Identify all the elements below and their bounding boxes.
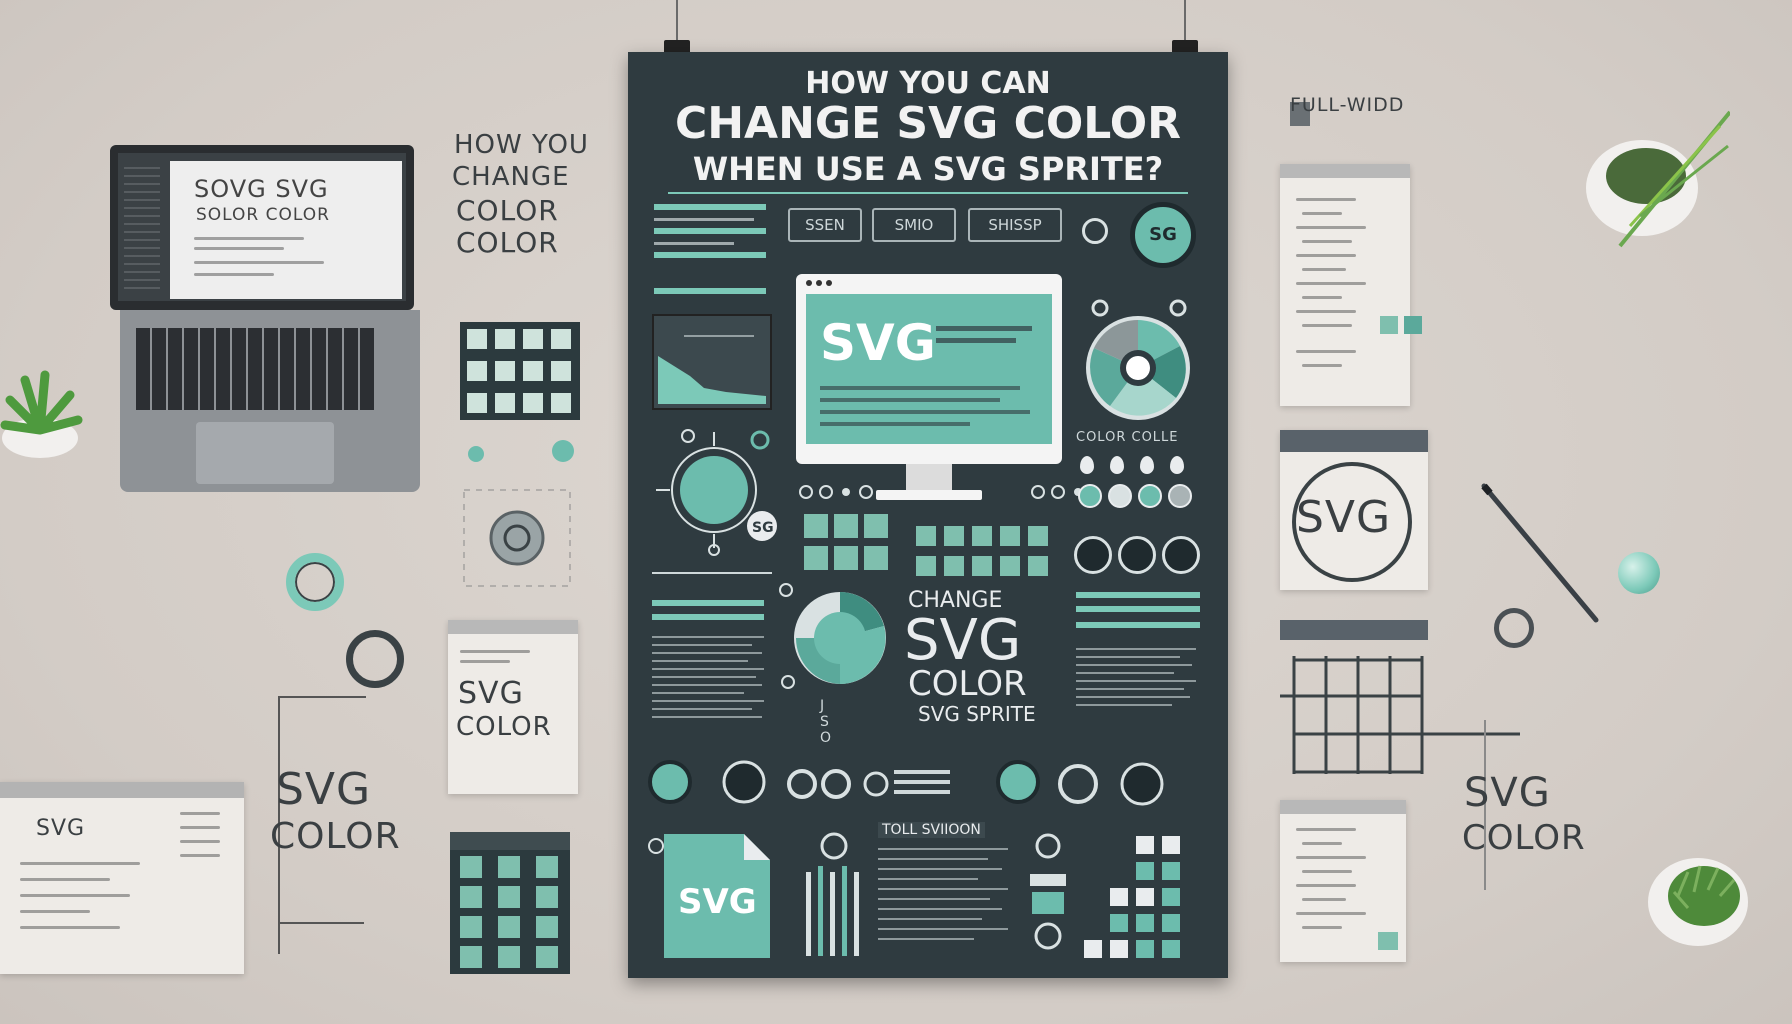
laptop-trackpad <box>196 422 334 484</box>
color-wheel <box>1080 298 1198 426</box>
compass-icon: SG <box>648 422 788 562</box>
right-document-3 <box>1280 800 1406 962</box>
drop-icon-1 <box>1080 456 1094 474</box>
window-text: SVG <box>36 816 86 841</box>
scene: SOVG SVG SOLOR COLOR HOW YOU CHANGE COLO… <box>0 0 1792 1024</box>
lock-icons <box>1024 832 1074 962</box>
card-line1: SVG <box>458 676 524 711</box>
drop-icon-2 <box>1110 456 1124 474</box>
right-document-2: SVG <box>1280 430 1428 590</box>
laptop-title-line2: SOLOR COLOR <box>196 205 330 225</box>
svg-text:SG: SG <box>752 520 774 536</box>
swatch-dot-2 <box>1108 484 1132 508</box>
swatch-dot-3 <box>1138 484 1162 508</box>
poster-title-line3: WHEN USE A SVG SPRITE? <box>692 150 1164 188</box>
list-block: TOLL SVIIOON <box>878 822 1014 962</box>
svg-color-card: SVG COLOR <box>448 620 578 794</box>
swatch-dot-1 <box>1078 484 1102 508</box>
ring-icon-small <box>1082 218 1108 244</box>
monitor-text: SVG <box>820 314 936 372</box>
ring-icon-b <box>1118 536 1156 574</box>
laptop-title-line1: SOVG SVG <box>194 175 329 203</box>
list-header: TOLL SVIIOON <box>878 822 985 838</box>
right-header-label: FULL-WIDD <box>1290 94 1405 116</box>
right-document-1 <box>1280 164 1422 406</box>
color-grid-2 <box>450 832 570 974</box>
right-big-line1: SVG <box>1464 770 1551 816</box>
left-big-line1: SVG <box>276 764 372 815</box>
teal-ring <box>286 553 344 611</box>
drop-icon-3 <box>1140 456 1154 474</box>
left-small-text: J S O <box>820 698 832 746</box>
laptop-base <box>120 310 420 492</box>
small-icon-row <box>798 482 888 502</box>
laptop-screen: SOVG SVG SOLOR COLOR <box>110 145 414 310</box>
svg-file-label: SVG <box>678 882 757 922</box>
side-text-line3: COLOR <box>456 194 559 227</box>
poster-title-line1: HOW YOU CAN <box>805 66 1051 101</box>
teal-marble <box>1618 552 1660 594</box>
left-big-line2: COLOR <box>270 816 401 857</box>
color-circle-caption: COLOR COLLE <box>1076 430 1179 445</box>
right-circle-label: SVG <box>1296 492 1392 543</box>
teal-dot-1 <box>468 446 484 462</box>
ring-icon-a <box>1074 536 1112 574</box>
drop-icon-4 <box>1170 456 1184 474</box>
right-big-line2: COLOR <box>1462 818 1586 858</box>
teal-grid-left <box>804 514 894 578</box>
side-text-line4: COLOR <box>456 226 559 259</box>
donut-chart-icon <box>778 582 898 698</box>
potted-plant-bottom-right <box>1648 852 1752 948</box>
staircase-grid <box>1076 836 1206 966</box>
monitor: SVG <box>796 274 1062 516</box>
svg-file-icon: SVG <box>664 834 770 958</box>
center-text-line4: SVG SPRITE <box>918 702 1036 726</box>
laptop: SOVG SVG SOLOR COLOR <box>110 145 420 497</box>
poster-button-2: SMIO <box>872 208 956 242</box>
svg-badge-icon: SG <box>1130 202 1196 268</box>
laptop-keyboard <box>136 328 376 410</box>
window-bottom-left: SVG <box>0 782 244 974</box>
teal-dot-2 <box>552 440 574 462</box>
poster: HOW YOU CAN CHANGE SVG COLOR WHEN USE A … <box>628 52 1228 978</box>
poster-title-line2: CHANGE SVG COLOR <box>674 98 1182 149</box>
dark-ring <box>346 630 404 688</box>
color-grid-1 <box>460 322 580 420</box>
potted-plant-top-right <box>1580 106 1732 256</box>
pencils-icon <box>798 832 868 962</box>
poster-button-3: SHISSP <box>968 208 1062 242</box>
side-text-line2: CHANGE <box>452 162 570 192</box>
target-icon <box>460 486 574 590</box>
ring-icon-c <box>1162 536 1200 574</box>
pen <box>1476 480 1606 630</box>
swatch-dot-4 <box>1168 484 1192 508</box>
potted-plant-left <box>0 360 86 460</box>
right-text-block <box>1076 592 1204 732</box>
card-line2: COLOR <box>456 712 552 742</box>
side-text-line1: HOW YOU <box>454 130 589 160</box>
teal-grid-right <box>916 526 1056 586</box>
bottom-icon-row <box>648 758 1208 808</box>
area-chart-card <box>652 314 772 410</box>
poster-button-1: SSEN <box>788 208 862 242</box>
center-text-line3: COLOR <box>908 664 1027 704</box>
